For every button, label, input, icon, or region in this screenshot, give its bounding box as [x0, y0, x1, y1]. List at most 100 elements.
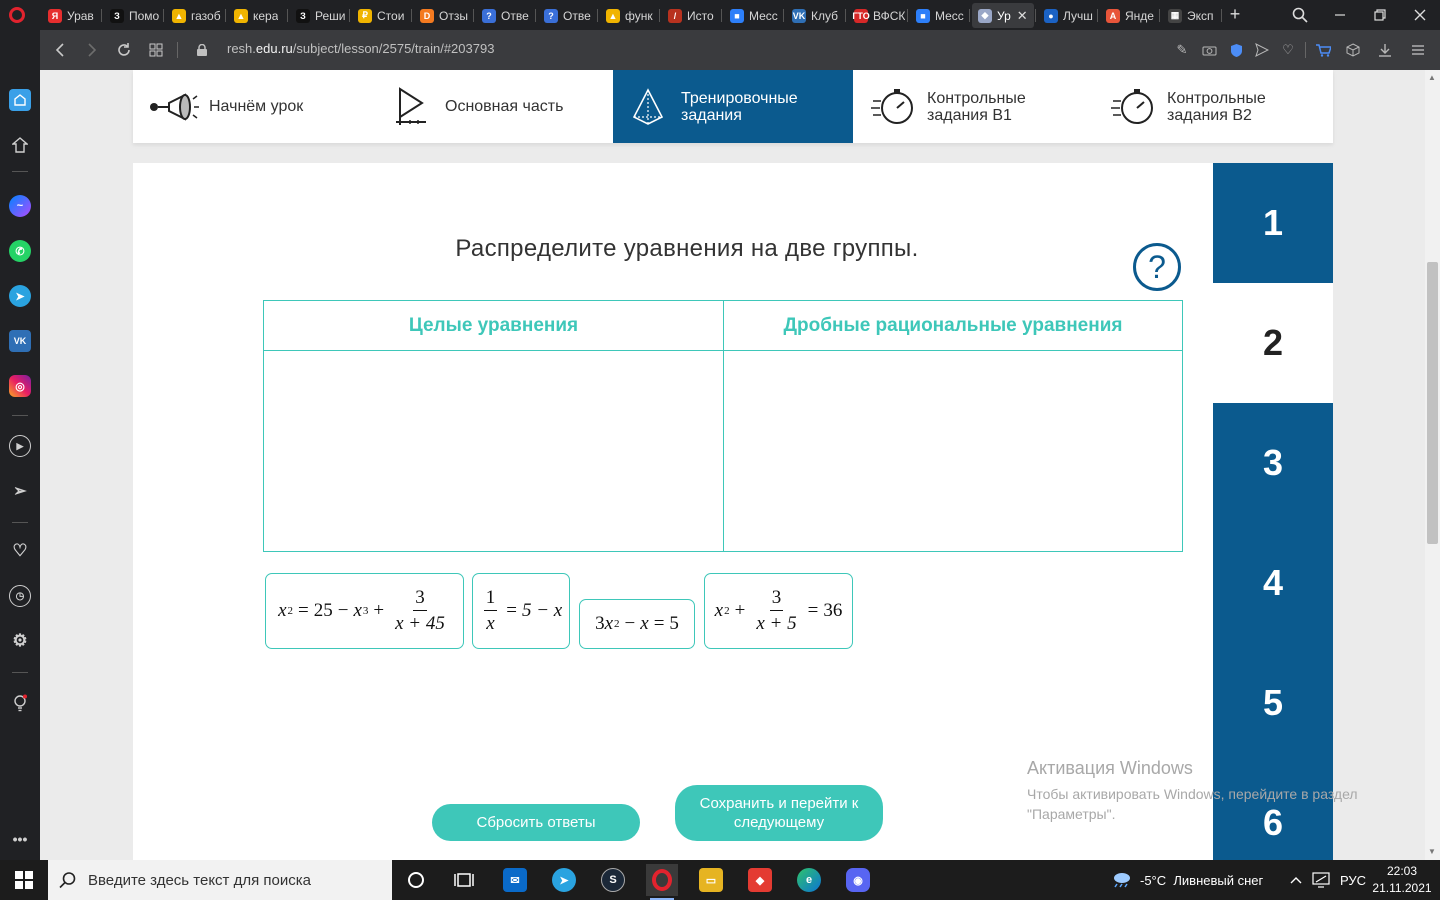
new-tab-icon[interactable]: +: [1225, 4, 1245, 25]
page-scrollbar[interactable]: ▲ ▼: [1425, 70, 1440, 860]
cart-icon[interactable]: [1314, 41, 1332, 59]
whatsapp-icon[interactable]: ✆: [9, 240, 31, 262]
telegram-app-icon[interactable]: ➤: [548, 864, 580, 896]
taskbar-search[interactable]: Введите здесь текст для поиска: [48, 860, 392, 900]
browser-tab[interactable]: З Реши: [290, 3, 348, 28]
browser-tab[interactable]: ? Отве: [538, 3, 596, 28]
scrollbar-thumb[interactable]: [1427, 262, 1438, 544]
cube-icon[interactable]: [1344, 41, 1362, 59]
cortana-icon[interactable]: [400, 864, 432, 896]
equation-card-3[interactable]: 3x2 − x = 5: [579, 599, 695, 649]
lightbulb-icon[interactable]: [9, 692, 31, 714]
task-number-5[interactable]: 5: [1213, 643, 1333, 763]
lesson-nav-training[interactable]: Тренировочные задания: [613, 70, 853, 143]
discord-app-icon[interactable]: ◉: [842, 864, 874, 896]
reset-answers-button[interactable]: Сбросить ответы: [432, 804, 640, 841]
opera-logo-icon[interactable]: [9, 7, 25, 23]
menu-icon[interactable]: [1409, 41, 1427, 59]
save-next-button[interactable]: Сохранить и перейти к следующему: [675, 785, 883, 841]
shield-icon[interactable]: [1227, 41, 1245, 59]
minimize-icon[interactable]: [1320, 0, 1360, 30]
mail-app-icon[interactable]: ✉: [499, 864, 531, 896]
lesson-nav-control-b2[interactable]: Контрольные задания В2: [1093, 70, 1333, 143]
telegram-icon[interactable]: ➤: [9, 285, 31, 307]
flow-icon[interactable]: ➢: [9, 480, 31, 502]
browser-tab[interactable]: ■ Месс: [910, 3, 968, 28]
opera-app-icon[interactable]: [646, 864, 678, 900]
close-window-icon[interactable]: [1400, 0, 1440, 30]
equation-card-4[interactable]: x2 + 3x + 5 = 36: [704, 573, 853, 649]
search-tabs-icon[interactable]: [1280, 0, 1320, 30]
task-view-icon[interactable]: [448, 864, 480, 896]
activation-line: Чтобы активировать Windows, перейдите в …: [1027, 786, 1358, 802]
heart-icon[interactable]: ♡: [1279, 41, 1297, 59]
browser-tab[interactable]: ГТО ВФСК: [848, 3, 906, 28]
language-indicator[interactable]: РУС: [1340, 860, 1366, 900]
browser-tab[interactable]: З Помо: [104, 3, 162, 28]
browser-tab[interactable]: ▲ газоб: [166, 3, 224, 28]
steam-app-icon[interactable]: S: [597, 864, 629, 896]
browser-tab[interactable]: ◆ Ур ✕: [972, 3, 1034, 28]
lesson-nav-start[interactable]: Начнём урок: [133, 70, 373, 143]
forward-icon[interactable]: [82, 40, 102, 60]
task-number-2[interactable]: 2: [1213, 283, 1333, 403]
camera-icon[interactable]: [1200, 41, 1218, 59]
lock-icon[interactable]: [197, 43, 207, 56]
tab-title: Отве: [563, 8, 591, 23]
help-button[interactable]: ?: [1133, 243, 1181, 291]
browser-tab[interactable]: ■ Месс: [724, 3, 782, 28]
instagram-icon[interactable]: ◎: [9, 375, 31, 397]
lesson-nav-control-b1[interactable]: Контрольные задания В1: [853, 70, 1093, 143]
browser-tab[interactable]: VK Клуб: [786, 3, 844, 28]
task-number-3[interactable]: 3: [1213, 403, 1333, 523]
file-explorer-icon[interactable]: ▭: [695, 864, 727, 896]
browser-tab[interactable]: ? Отве: [476, 3, 534, 28]
pinboard-icon[interactable]: [9, 134, 31, 156]
more-icon[interactable]: •••: [9, 828, 31, 850]
vk-icon[interactable]: VK: [9, 330, 31, 352]
system-clock[interactable]: 22:03 21.11.2021: [1372, 863, 1432, 897]
tray-expand-icon[interactable]: [1289, 860, 1303, 900]
weather-widget[interactable]: -5°C Ливневый снег: [1110, 860, 1263, 900]
browser-tab[interactable]: D Отзы: [414, 3, 472, 28]
network-icon[interactable]: [1312, 860, 1330, 900]
settings-gear-icon[interactable]: ⚙: [9, 630, 31, 652]
messenger-icon[interactable]: ~: [9, 195, 31, 217]
close-tab-icon[interactable]: ✕: [1017, 8, 1028, 24]
bookmarks-heart-icon[interactable]: ♡: [9, 540, 31, 562]
browser-tab[interactable]: ▲ кера: [228, 3, 286, 28]
browser-tab[interactable]: Я Урав: [42, 3, 100, 28]
edit-icon[interactable]: ✎: [1173, 41, 1191, 59]
equation-card-2[interactable]: 1x = 5 − x: [472, 573, 570, 649]
speed-dial-icon[interactable]: [9, 89, 31, 111]
browser-tab[interactable]: A Янде: [1100, 3, 1158, 28]
drop-zone-whole[interactable]: [264, 351, 723, 551]
browser-tab[interactable]: / Исто: [662, 3, 720, 28]
history-clock-icon[interactable]: ◷: [9, 585, 31, 607]
tab-separator: [163, 9, 164, 22]
browser-tab[interactable]: ₽ Стои: [352, 3, 410, 28]
messenger-icon: ■: [916, 8, 930, 23]
back-icon[interactable]: [50, 40, 70, 60]
player-icon[interactable]: ▶: [9, 435, 31, 457]
browser-tab[interactable]: ▦ Эксп: [1162, 3, 1220, 28]
lesson-nav-main[interactable]: Основная часть: [373, 70, 613, 143]
anydesk-app-icon[interactable]: ◆: [744, 864, 776, 896]
browser-tab[interactable]: ▲ функ: [600, 3, 658, 28]
edge-app-icon[interactable]: e: [793, 864, 825, 896]
url-text[interactable]: resh.edu.ru/subject/lesson/2575/train/#2…: [227, 41, 494, 56]
tabs-grid-icon[interactable]: [146, 40, 166, 60]
scroll-down-icon[interactable]: ▼: [1428, 847, 1436, 856]
task-number-4[interactable]: 4: [1213, 523, 1333, 643]
scroll-up-icon[interactable]: ▲: [1428, 73, 1436, 82]
task-number-1[interactable]: 1: [1213, 163, 1333, 283]
drop-zone-fractional[interactable]: [724, 351, 1182, 551]
tab-separator: [473, 9, 474, 22]
start-button[interactable]: [0, 860, 48, 900]
equation-card-1[interactable]: x2 = 25 − x3 + 3x + 45: [265, 573, 464, 649]
reload-icon[interactable]: [114, 40, 134, 60]
send-icon[interactable]: [1253, 41, 1271, 59]
download-icon[interactable]: [1376, 41, 1394, 59]
browser-tab[interactable]: ● Лучш: [1038, 3, 1096, 28]
restore-icon[interactable]: [1360, 0, 1400, 30]
